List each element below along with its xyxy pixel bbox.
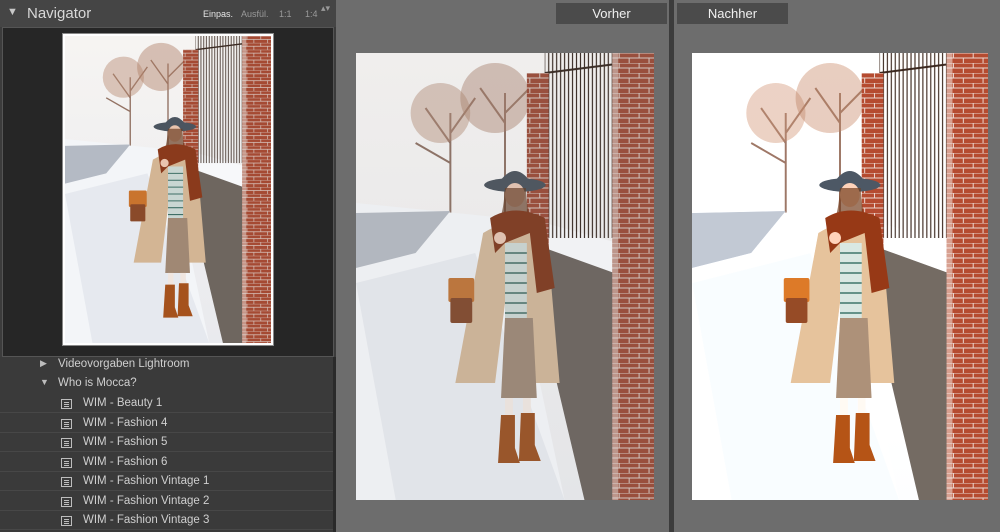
zoom-fit-option[interactable]: Einpas.: [203, 9, 233, 19]
preset-icon: [61, 419, 72, 429]
after-photo[interactable]: [692, 53, 988, 500]
photo-image: [692, 53, 988, 500]
collection-folder-who-is-mocca[interactable]: ▼ Who is Mocca?: [0, 374, 336, 393]
lightroom-compare-view: ▼ Navigator Einpas. Ausfül. 1:1 1:4 ▴▾ ▶…: [0, 0, 1000, 532]
after-label: Nachher: [677, 3, 788, 24]
photo-image: [356, 53, 654, 500]
navigator-preview[interactable]: [2, 27, 334, 357]
zoom-1-4-option[interactable]: 1:4: [305, 9, 318, 19]
navigator-header[interactable]: ▼ Navigator Einpas. Ausfül. 1:1 1:4 ▴▾: [0, 0, 336, 27]
collection-folder-label: Who is Mocca?: [58, 377, 137, 389]
before-photo[interactable]: [356, 53, 654, 500]
preset-label: WIM - Beauty 1: [83, 397, 163, 409]
preset-item[interactable]: WIM - Fashion 5: [0, 433, 336, 452]
preset-icon: [61, 399, 72, 409]
preset-label: WIM - Fashion 4: [83, 417, 168, 429]
preset-item[interactable]: WIM - Fashion 4: [0, 414, 336, 433]
expand-triangle-icon[interactable]: ▶: [40, 358, 47, 369]
preset-label: WIM - Fashion Vintage 3: [83, 514, 210, 526]
preset-label: WIM - Fashion Vintage 1: [83, 475, 210, 487]
collections-panel: ▶ Videovorgaben Lightroom ▼ Who is Mocca…: [0, 357, 336, 532]
collapse-triangle-icon[interactable]: ▼: [7, 6, 18, 18]
photo-image: [65, 36, 271, 343]
preset-icon: [61, 516, 72, 526]
before-label: Vorher: [556, 3, 667, 24]
preset-item[interactable]: WIM - Beauty 1: [0, 394, 336, 413]
zoom-1-1-option[interactable]: 1:1: [279, 9, 292, 19]
zoom-fill-option[interactable]: Ausfül.: [241, 9, 269, 19]
preset-item[interactable]: WIM - Fashion Vintage 2: [0, 492, 336, 511]
left-panel: ▼ Navigator Einpas. Ausfül. 1:1 1:4 ▴▾ ▶…: [0, 0, 336, 532]
collection-folder-videovorgaben[interactable]: ▶ Videovorgaben Lightroom: [0, 357, 336, 374]
zoom-stepper-icon[interactable]: ▴▾: [321, 4, 330, 13]
compare-divider: [669, 0, 674, 532]
panel-resize-handle[interactable]: [333, 357, 336, 532]
preset-icon: [61, 458, 72, 468]
preset-item[interactable]: WIM - Fashion Vintage 3: [0, 511, 336, 530]
collection-folder-label: Videovorgaben Lightroom: [58, 358, 190, 370]
preset-icon: [61, 497, 72, 507]
preset-item[interactable]: WIM - Fashion 6: [0, 453, 336, 472]
preset-label: WIM - Fashion 6: [83, 456, 168, 468]
navigator-title: Navigator: [27, 5, 92, 22]
preset-label: WIM - Fashion 5: [83, 436, 168, 448]
navigator-photo-thumbnail[interactable]: [62, 33, 274, 346]
preset-label: WIM - Fashion Vintage 2: [83, 495, 210, 507]
preset-item[interactable]: WIM - Fashion Vintage 1: [0, 472, 336, 491]
preset-icon: [61, 438, 72, 448]
preset-icon: [61, 477, 72, 487]
collapse-triangle-icon[interactable]: ▼: [40, 377, 49, 387]
